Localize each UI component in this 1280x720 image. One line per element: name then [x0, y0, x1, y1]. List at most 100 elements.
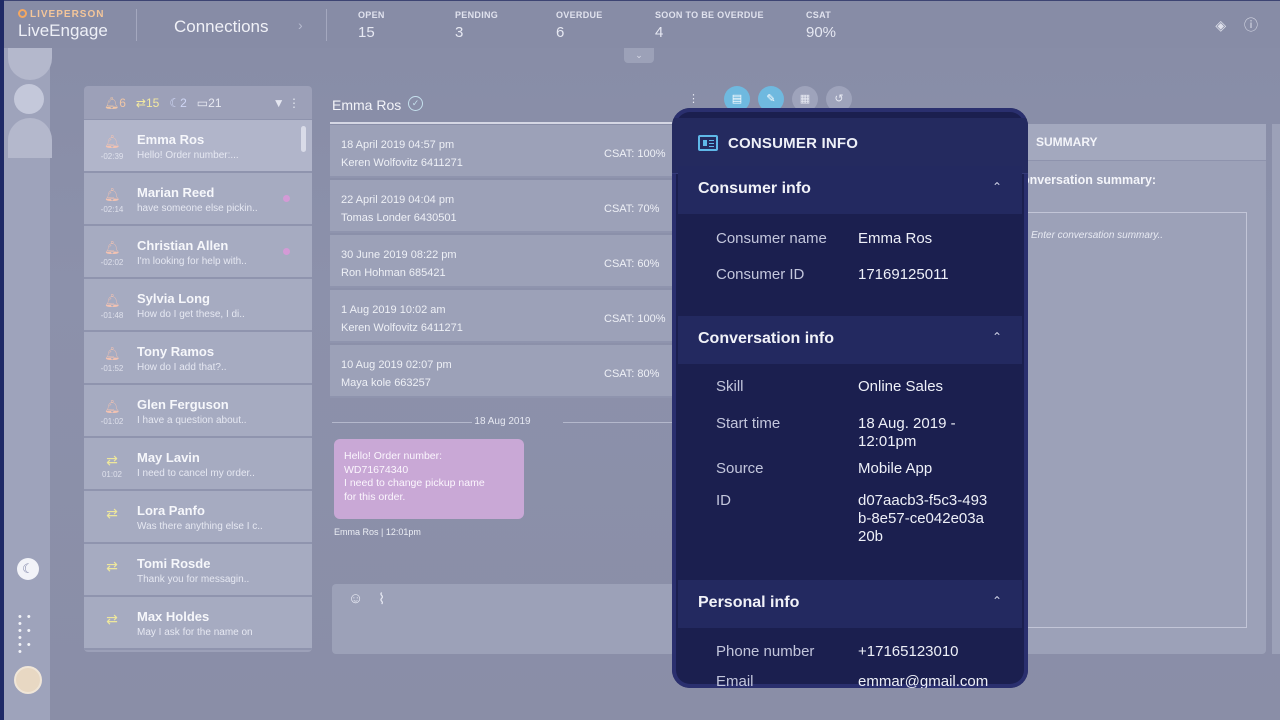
section-title: Conversation info — [698, 330, 835, 347]
list-item[interactable]: 🔔︎ -02:39 Emma Ros Hello! Order number:.… — [84, 120, 312, 173]
stat-label: OVERDUE — [556, 10, 603, 20]
history-row[interactable]: 22 April 2019 04:04 pm Tomas Londer 6430… — [330, 180, 675, 233]
chevron-up-icon[interactable]: ⌃ — [992, 180, 1002, 194]
list-item[interactable]: ⇄ Lora Panfo Was there anything else I c… — [84, 491, 312, 544]
list-item[interactable]: ⇄ Tomi Rosde Thank you for messagin.. — [84, 544, 312, 597]
bubble-line: for this order. — [344, 490, 406, 503]
section-conversation-info[interactable]: Conversation info ⌃ — [678, 316, 1022, 364]
history-row[interactable]: 1 Aug 2019 10:02 am Keren Wolfovitz 6411… — [330, 290, 675, 343]
item-name: Max Holdes — [137, 609, 210, 624]
consumer-info-title: CONSUMER INFO — [728, 135, 859, 152]
field-label: ID — [716, 492, 731, 509]
stat-label: PENDING — [455, 10, 499, 20]
field-value: emmar@gmail.com — [858, 673, 989, 688]
history-row[interactable]: 10 Aug 2019 02:07 pm Maya kole 663257 CS… — [330, 345, 675, 398]
transfer-icon: ⇄ — [106, 505, 118, 521]
bubble-line: I need to change pickup name — [344, 477, 485, 489]
field-label: Consumer ID — [716, 266, 805, 283]
message-count[interactable]: ▭21 — [197, 96, 222, 110]
chevron-up-icon[interactable]: ⌃ — [992, 330, 1002, 344]
item-time: -02:02 — [100, 258, 124, 267]
item-message: Thank you for messagin.. — [137, 574, 250, 585]
consumer-name-title: Emma Ros — [332, 97, 402, 113]
transfer-count[interactable]: ⇄15 — [136, 96, 159, 110]
help-icon[interactable]: ⓘ — [1244, 17, 1258, 33]
summary-textarea[interactable]: Enter conversation summary.. — [1022, 212, 1247, 628]
attachment-icon[interactable]: ⌇ — [378, 590, 385, 608]
chevron-up-icon[interactable]: ⌃ — [992, 594, 1002, 608]
transfer-count-value: 15 — [145, 95, 160, 110]
field-value: d07aacb3-f5c3-493b-8e57-ce042e03a20b — [858, 492, 988, 545]
item-time: -01:48 — [100, 311, 124, 320]
brand-logo: LIVEPERSON LiveEngage — [18, 9, 108, 41]
layers-icon[interactable]: ◈ — [1215, 17, 1226, 33]
item-name: Lora Panfo — [137, 503, 205, 518]
list-header: 🔔︎6 ⇄15 ☾2 ▭21 ▼ ⋮ — [84, 86, 312, 120]
history-agent: Maya kole 663257 — [341, 377, 431, 389]
list-item[interactable]: ⇄ Max Holdes May I ask for the name on — [84, 597, 312, 650]
item-time: -02:39 — [100, 152, 124, 161]
collapse-chevron-icon[interactable]: ⌄ — [624, 48, 654, 63]
header-divider — [330, 122, 675, 124]
transfer-icon: ⇄ — [106, 611, 118, 627]
page-title[interactable]: Connections — [174, 17, 269, 37]
chevron-right-icon[interactable]: › — [298, 17, 303, 33]
item-time: -01:02 — [100, 417, 124, 426]
item-name: Tomi Rosde — [137, 556, 211, 571]
rail-home-button[interactable] — [14, 84, 44, 114]
stat-open[interactable]: OPEN 15 — [358, 10, 385, 41]
item-message: I'm looking for help with.. — [137, 256, 247, 267]
item-name: May Lavin — [137, 450, 200, 465]
user-avatar[interactable] — [14, 666, 42, 694]
field-value: Emma Ros — [858, 230, 933, 247]
rail-tab-bottom — [8, 118, 52, 158]
list-item[interactable]: ⇄ 01:02 May Lavin I need to cancel my or… — [84, 438, 312, 491]
item-name: Christian Allen — [137, 238, 229, 253]
item-name: Tony Ramos — [137, 344, 215, 359]
conversation-list: 🔔︎6 ⇄15 ☾2 ▭21 ▼ ⋮ 🔔︎ -02:39 Emma Ros He… — [84, 86, 312, 652]
apps-grid-icon[interactable]: • • • • • • • • • — [18, 612, 40, 658]
alert-count[interactable]: 🔔︎6 — [104, 96, 126, 110]
field-value: 18 Aug. 2019 - 12:01pm — [858, 415, 956, 450]
away-count[interactable]: ☾2 — [169, 96, 186, 110]
stat-overdue[interactable]: OVERDUE 6 — [556, 10, 603, 41]
stat-value: 15 — [358, 24, 375, 41]
message-composer[interactable]: ☺ ⌇ — [332, 584, 675, 654]
list-scrollbar[interactable] — [301, 126, 306, 152]
summary-label: onversation summary: — [1022, 173, 1157, 187]
item-name: Marian Reed — [137, 185, 215, 200]
stat-csat[interactable]: CSAT 90% — [806, 10, 836, 41]
history-row[interactable]: 30 June 2019 08:22 pm Ron Hohman 685421 … — [330, 235, 675, 288]
emoji-icon[interactable]: ☺ — [348, 590, 363, 607]
item-message: May I ask for the name on — [137, 627, 253, 638]
field-label: Email — [716, 673, 754, 688]
stat-value: 6 — [556, 24, 565, 41]
bell-icon: 🔔︎ — [104, 134, 121, 149]
history-row[interactable]: 18 April 2019 04:57 pm Keren Wolfovitz 6… — [330, 125, 675, 178]
transfer-icon: ⇄ — [106, 558, 118, 574]
item-message: Was there anything else I c.. — [137, 521, 263, 532]
stat-soon-overdue[interactable]: SOON TO BE OVERDUE 4 — [655, 10, 764, 41]
section-personal-info[interactable]: Personal info ⌃ — [678, 580, 1022, 628]
list-item[interactable]: 🔔︎ -02:14 Marian Reed have someone else … — [84, 173, 312, 226]
section-consumer-info[interactable]: Consumer info ⌃ — [678, 166, 1022, 214]
list-item[interactable]: 🔔︎ -01:48 Sylvia Long How do I get these… — [84, 279, 312, 332]
divider — [326, 9, 327, 41]
bubble-line: WD71674340 — [344, 463, 409, 476]
history-agent: Tomas Londer 6430501 — [341, 212, 457, 224]
alert-count-value: 6 — [119, 95, 126, 110]
away-count-value: 2 — [180, 95, 187, 110]
top-bar: LIVEPERSON LiveEngage Connections › OPEN… — [4, 0, 1280, 48]
away-status-icon[interactable]: ☾ — [17, 558, 39, 580]
list-item[interactable]: 🔔︎ -02:02 Christian Allen I'm looking fo… — [84, 226, 312, 279]
stat-pending[interactable]: PENDING 3 — [455, 10, 498, 41]
list-item[interactable]: 🔔︎ -01:02 Glen Ferguson I have a questio… — [84, 385, 312, 438]
list-item[interactable]: 🔔︎ -01:52 Tony Ramos How do I add that?.… — [84, 332, 312, 385]
bell-icon: 🔔︎ — [104, 399, 121, 414]
unread-dot — [283, 248, 290, 255]
filter-icon[interactable]: ▼ ⋮ — [273, 96, 300, 110]
brand-name: LiveEngage — [18, 21, 108, 40]
summary-panel: SUMMARY onversation summary: Enter conve… — [1010, 124, 1266, 654]
history-date: 1 Aug 2019 10:02 am — [341, 304, 446, 316]
history-agent: Keren Wolfovitz 6411271 — [341, 322, 463, 334]
